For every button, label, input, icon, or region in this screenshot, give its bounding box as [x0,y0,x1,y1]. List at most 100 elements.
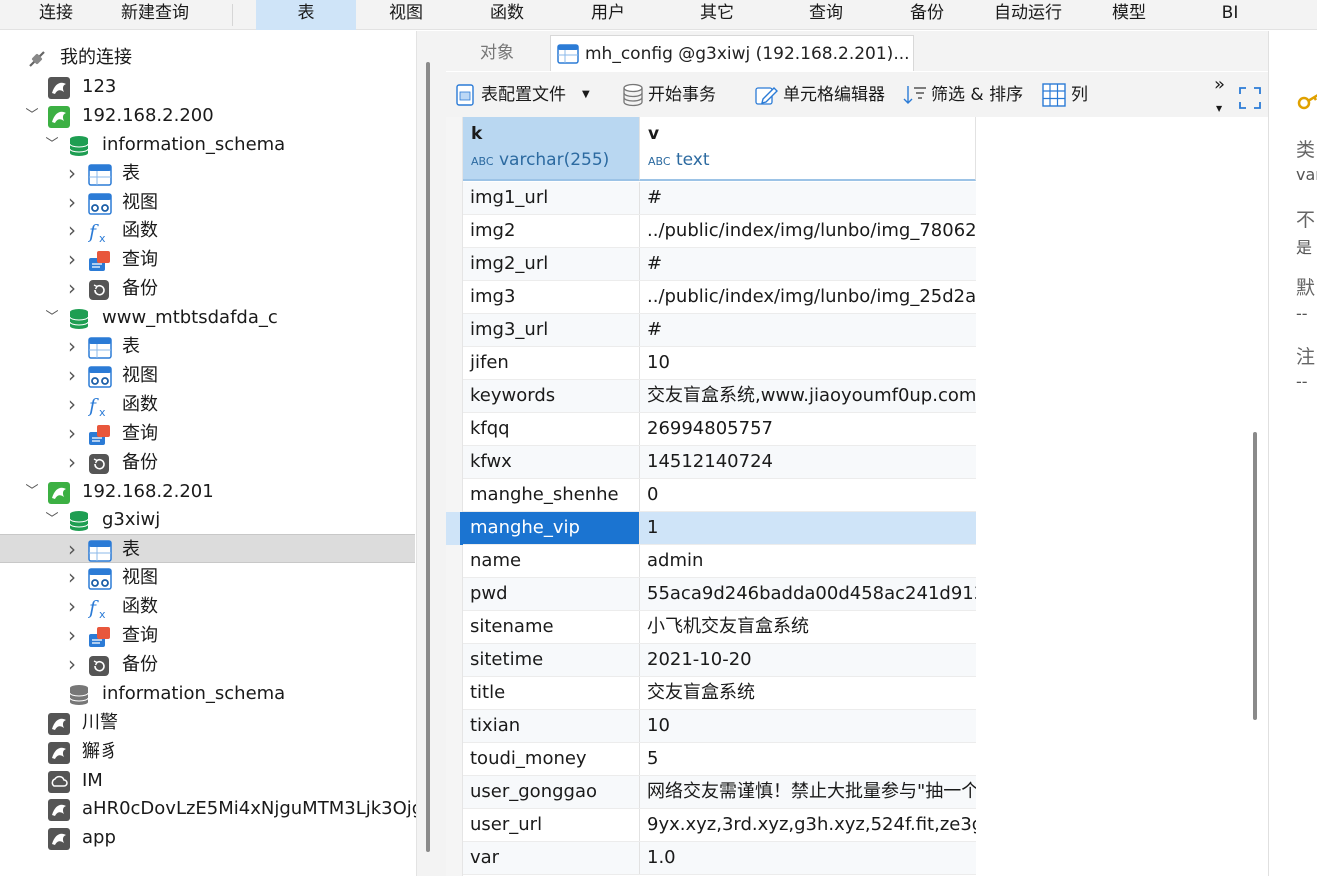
table-row[interactable]: sitetime 2021-10-20 [463,644,976,677]
chevron-right-icon[interactable]: › [64,274,80,303]
tree-item[interactable]: › 查询 [0,621,415,650]
chevron-right-icon[interactable]: › [64,216,80,245]
chevron-right-icon[interactable]: › [64,535,80,564]
cell-v[interactable]: admin [640,545,976,577]
cell-k[interactable]: img3 [463,281,640,313]
table-row[interactable]: img3 ../public/index/img/lunbo/img_25d2a [463,281,976,314]
table-row[interactable]: tixian 10 [463,710,976,743]
table-row[interactable]: manghe_shenhe 0 [463,479,976,512]
tree-item[interactable]: › 查询 [0,419,415,448]
cell-v[interactable]: 1 [640,512,976,544]
tree-item[interactable]: ﹀ information_schema [0,130,415,159]
cell-k[interactable]: img3_url [463,314,640,346]
row-selector[interactable] [446,842,463,875]
table-profile-button[interactable]: 表配置文件 ▼ [454,80,594,110]
cell-v[interactable]: 交友盲盒系统 [640,677,976,709]
tree-item[interactable]: aHR0cDovLzE5Mi4xNjguMTM3Ljk3Ojg [0,794,416,823]
table-row[interactable]: jifen 10 [463,347,976,380]
row-selector[interactable] [446,545,463,578]
table-row[interactable]: kfwx 14512140724 [463,446,976,479]
tree-item[interactable]: information_schema [0,679,415,708]
row-selector[interactable] [446,512,463,545]
cell-v[interactable]: ../public/index/img/lunbo/img_25d2a [640,281,976,313]
cell-k[interactable]: jifen [463,347,640,379]
tree-item[interactable]: ﹀ www_mtbtsdafda_c [0,303,415,332]
cell-v[interactable]: 10 [640,710,976,742]
table-row[interactable]: user_url 9yx.xyz,3rd.xyz,g3h.xyz,524f.fit… [463,809,976,842]
row-selector[interactable] [446,413,463,446]
table-row[interactable]: var 1.0 [463,842,976,875]
row-selector[interactable] [446,446,463,479]
cell-k[interactable]: name [463,545,640,577]
cell-k[interactable]: img2 [463,215,640,247]
table-row[interactable]: user_gonggao 网络交友需谨慎！禁止大批量参与"抽一个 [463,776,976,809]
tree-item[interactable]: › 表 [0,159,415,188]
menu-user[interactable]: 用户 [558,0,658,30]
table-row[interactable]: pwd 55aca9d246badda00d458ac241d913 [463,578,976,611]
table-row[interactable]: toudi_money 5 [463,743,976,776]
cell-v[interactable]: 1.0 [640,842,976,874]
cell-v[interactable]: 5 [640,743,976,775]
cell-k[interactable]: user_url [463,809,640,841]
cell-v[interactable]: 14512140724 [640,446,976,478]
table-row[interactable]: sitename 小飞机交友盲盒系统 [463,611,976,644]
chevron-down-icon[interactable]: ﹀ [24,477,40,506]
cell-k[interactable]: toudi_money [463,743,640,775]
grid-vertical-scrollbar[interactable] [1253,432,1257,720]
cell-v[interactable]: 网络交友需谨慎！禁止大批量参与"抽一个 [640,776,976,808]
column-header-k[interactable]: k ABC varchar(255) [463,117,640,181]
tree-item[interactable]: › f x 函数 [0,390,415,419]
cell-v[interactable]: 26994805757 [640,413,976,445]
menu-model[interactable]: 模型 [1079,0,1179,30]
chevron-right-icon[interactable]: › [64,592,80,621]
menu-other[interactable]: 其它 [667,0,767,30]
tree-item[interactable]: 獬豸 [0,737,415,766]
cell-k[interactable]: manghe_shenhe [463,479,640,511]
chevron-right-icon[interactable]: › [64,188,80,217]
chevron-right-icon[interactable]: › [64,245,80,274]
cell-editor-button[interactable]: 单元格编辑器 [752,80,892,110]
row-selector[interactable] [446,644,463,677]
cell-v[interactable]: ../public/index/img/lunbo/img_78062 [640,215,976,247]
menu-connect[interactable]: 连接 [14,0,98,30]
tree-scrollbar[interactable] [426,62,430,852]
table-row[interactable]: keywords 交友盲盒系统,www.jiaoyoumf0up.com [463,380,976,413]
cell-k[interactable]: tixian [463,710,640,742]
cell-k[interactable]: img1_url [463,182,640,214]
tree-item[interactable]: ﹀ 192.168.2.201 [0,477,415,506]
cell-v[interactable]: 2021-10-20 [640,644,976,676]
menu-bi[interactable]: BI [1180,0,1280,30]
chevron-right-icon[interactable]: › [64,332,80,361]
table-row[interactable]: name admin [463,545,976,578]
table-row[interactable]: title 交友盲盒系统 [463,677,976,710]
tab-objects[interactable]: 对象 [446,35,548,71]
row-selector[interactable] [446,215,463,248]
tree-item[interactable]: › 备份 [0,448,415,477]
row-selector[interactable] [446,347,463,380]
filter-sort-button[interactable]: 筛选 & 排序 [902,80,1034,110]
menu-backup[interactable]: 备份 [877,0,977,30]
tree-item[interactable]: › 备份 [0,274,415,303]
tree-item[interactable]: › 视图 [0,361,415,390]
tree-item[interactable]: ﹀ g3xiwj [0,505,415,534]
tree-item[interactable]: › 视图 [0,188,415,217]
tree-item[interactable]: › f x 函数 [0,216,415,245]
tree-item[interactable]: › 表 [0,332,415,361]
tree-item[interactable]: › f x 函数 [0,592,415,621]
fullscreen-icon[interactable] [1239,87,1261,109]
row-selector[interactable] [446,380,463,413]
tree-item[interactable]: ﹀ 192.168.2.200 [0,101,415,130]
tree-item[interactable]: 123 [0,72,415,101]
chevron-right-icon[interactable]: › [64,419,80,448]
cell-v[interactable]: # [640,182,976,214]
cell-k[interactable]: title [463,677,640,709]
chevron-right-icon[interactable]: › [64,563,80,592]
menu-view[interactable]: 视图 [356,0,456,30]
tree-item[interactable]: app [0,823,415,852]
cell-v[interactable]: # [640,314,976,346]
row-selector[interactable] [446,710,463,743]
cell-k[interactable]: sitename [463,611,640,643]
begin-transaction-button[interactable]: 开始事务 [620,80,730,110]
row-selector[interactable] [446,248,463,281]
tree-item[interactable]: 川警 [0,708,415,737]
